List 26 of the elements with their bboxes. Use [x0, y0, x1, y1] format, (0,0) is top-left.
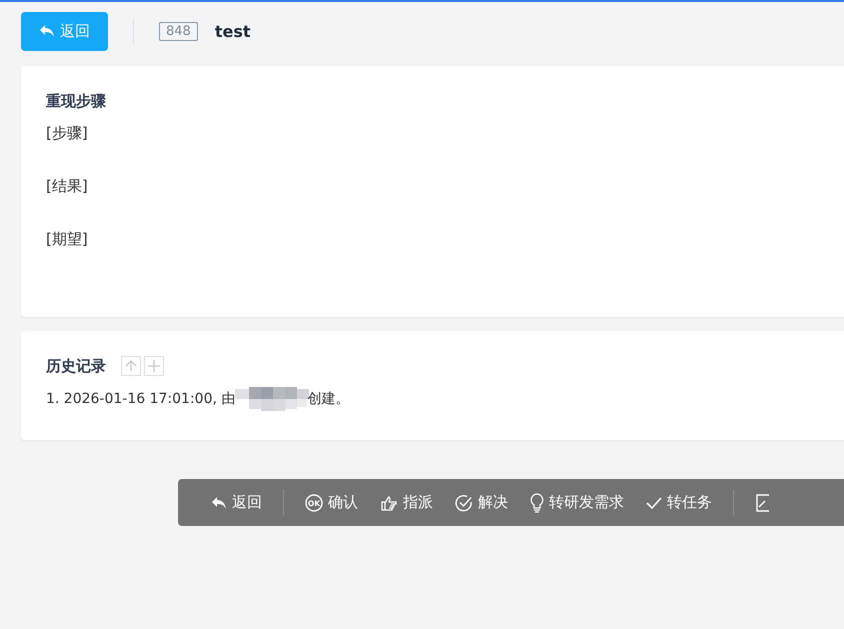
action-button[interactable]: 返回 — [200, 484, 273, 520]
step-text: [步骤] — [46, 123, 89, 143]
back-arrow-icon — [211, 496, 227, 510]
arrow-up-icon — [124, 359, 138, 373]
sort-button[interactable] — [121, 356, 141, 376]
history-text: 创建。 — [307, 390, 350, 408]
step-text: [期望] — [46, 229, 89, 249]
section-title: 重现步骤 — [46, 92, 107, 111]
plus-icon — [147, 359, 161, 373]
action-button[interactable]: 解决 — [444, 484, 519, 520]
action-button[interactable]: 转研发需求 — [519, 484, 635, 520]
check-circle-icon — [455, 494, 473, 512]
page-title: test — [214, 22, 250, 40]
expand-button[interactable] — [144, 356, 164, 376]
section-title: 历史记录 — [46, 356, 106, 376]
id-badge: 848 — [159, 22, 198, 40]
back-arrow-icon — [39, 24, 55, 38]
action-button[interactable]: 指派 — [369, 484, 444, 520]
history-text: 1. 2026-01-16 17:01:00, 由 — [46, 390, 236, 408]
lightbulb-icon — [530, 492, 544, 512]
back-button[interactable]: 返回 — [21, 12, 108, 50]
square-icon[interactable] — [756, 494, 770, 512]
check-icon — [646, 496, 662, 510]
action-button[interactable]: 转任务 — [635, 484, 723, 520]
step-text: [结果] — [46, 176, 89, 196]
pointing-hand-icon — [380, 494, 398, 512]
